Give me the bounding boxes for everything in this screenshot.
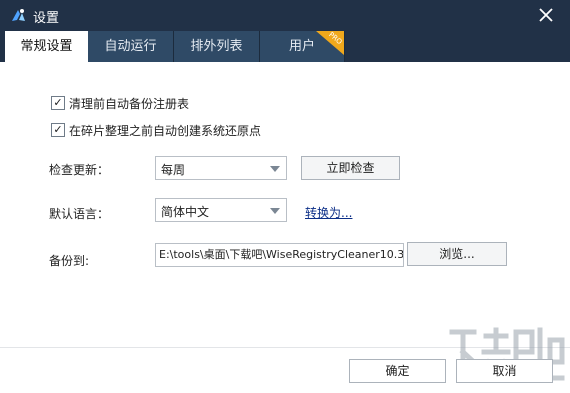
pro-badge: PRO xyxy=(316,31,344,55)
backup-registry-checkbox[interactable]: ✓ xyxy=(51,96,65,110)
restore-point-label: 在碎片整理之前自动创建系统还原点 xyxy=(69,124,262,138)
update-frequency-select[interactable]: 每周 xyxy=(155,156,287,180)
language-label: 默认语言： xyxy=(49,207,110,221)
update-frequency-value: 每周 xyxy=(161,163,186,177)
tab-bar: 常规设置 自动运行 排外列表 用户 PRO xyxy=(0,31,570,62)
backup-to-label: 备份到: xyxy=(49,254,90,268)
app-logo-icon xyxy=(12,9,25,21)
tab-user-label: 用户 xyxy=(288,39,315,54)
tab-exclusions-label: 排外列表 xyxy=(190,39,243,54)
convert-to-link[interactable]: 转换为... xyxy=(305,204,352,221)
window-title: 设置 xyxy=(33,11,60,26)
tab-user[interactable]: 用户 PRO xyxy=(260,31,345,62)
close-icon xyxy=(539,8,553,22)
title-bar: 设置 xyxy=(0,0,570,31)
tab-exclusions[interactable]: 排外列表 xyxy=(174,31,260,62)
tab-autorun[interactable]: 自动运行 xyxy=(88,31,174,62)
browse-button[interactable]: 浏览... xyxy=(407,242,507,266)
tab-general[interactable]: 常规设置 xyxy=(5,31,88,62)
check-now-button[interactable]: 立即检查 xyxy=(301,156,400,180)
backup-registry-label: 清理前自动备份注册表 xyxy=(69,97,190,111)
chevron-down-icon xyxy=(270,208,280,214)
cancel-button[interactable]: 取消 xyxy=(456,359,553,383)
backup-path-input[interactable]: E:\tools\桌面\下载吧\WiseRegistryCleaner10.3. xyxy=(155,243,404,267)
restore-point-checkbox[interactable]: ✓ xyxy=(51,123,65,137)
update-check-label: 检查更新： xyxy=(49,163,110,177)
ok-button[interactable]: 确定 xyxy=(349,359,446,383)
chevron-down-icon xyxy=(270,166,280,172)
language-value: 简体中文 xyxy=(161,205,210,219)
language-select[interactable]: 简体中文 xyxy=(155,198,287,222)
close-button[interactable] xyxy=(534,4,558,26)
